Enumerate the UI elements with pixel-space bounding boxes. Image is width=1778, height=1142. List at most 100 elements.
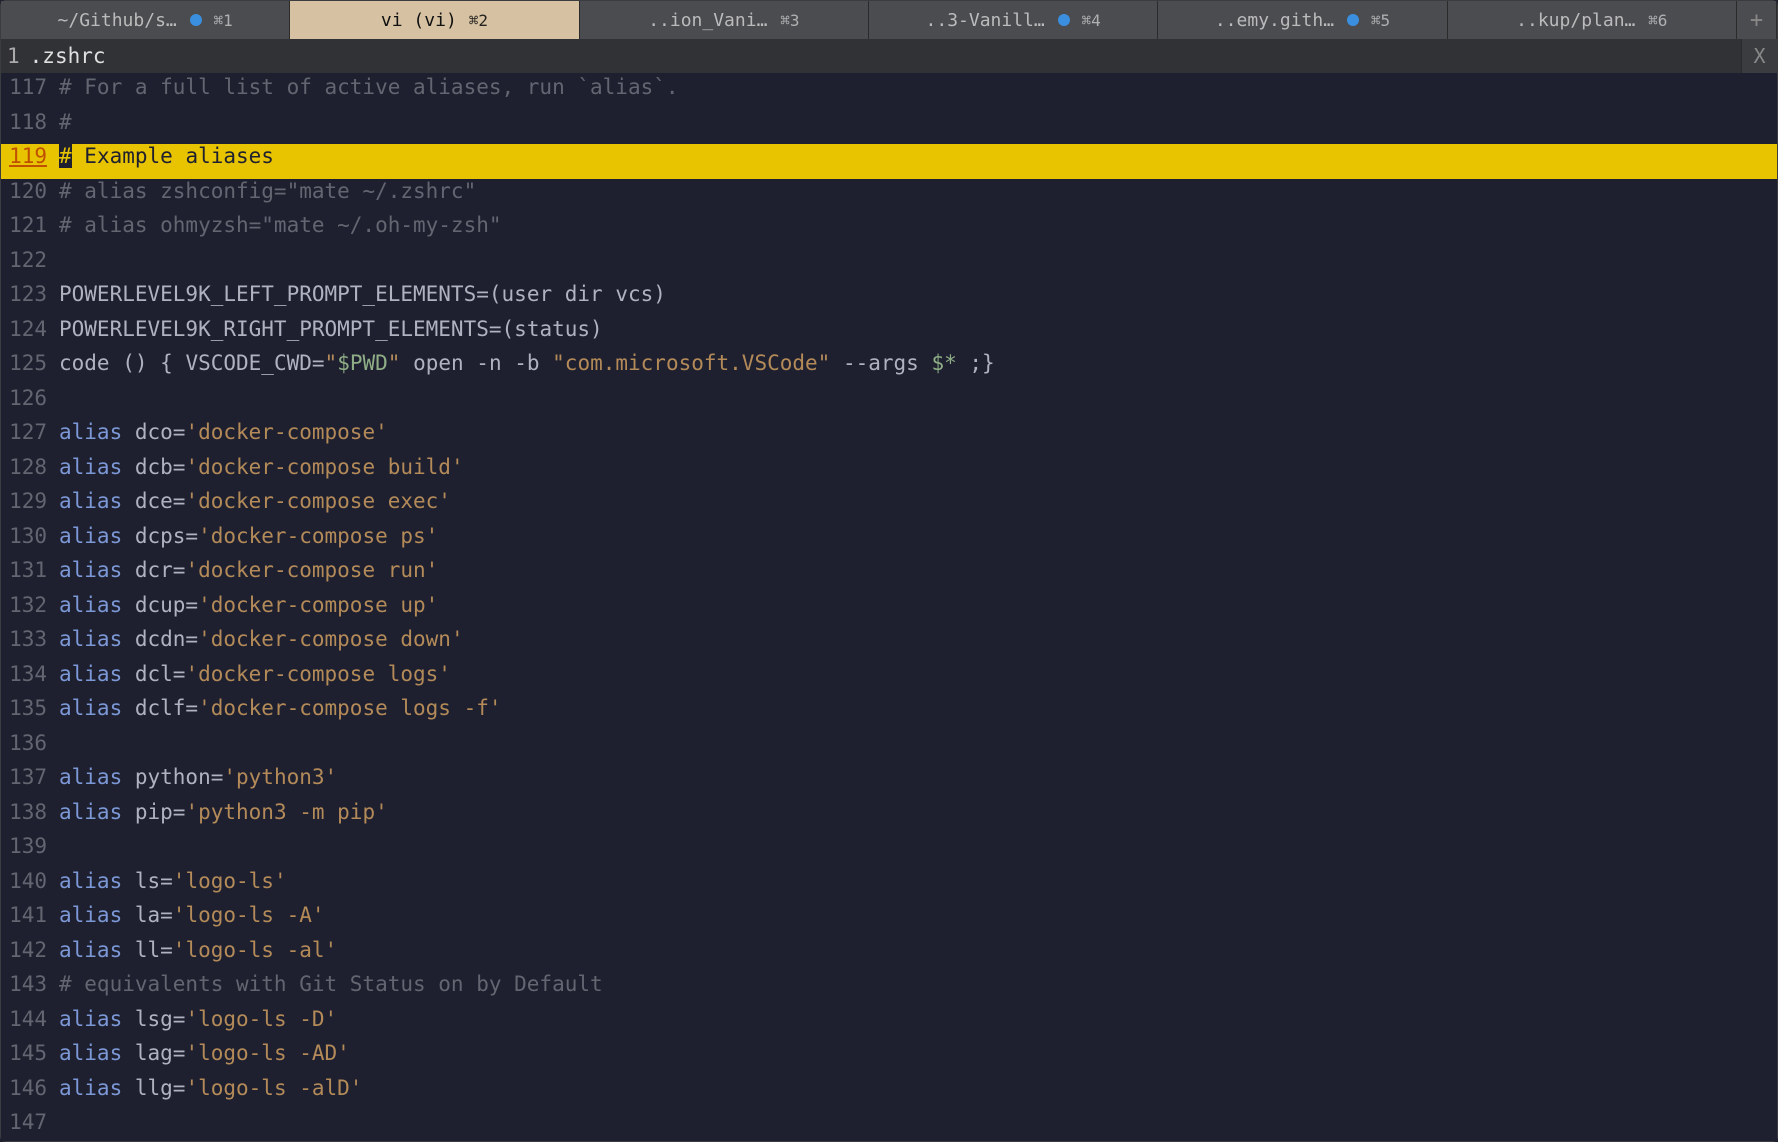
tab-shortcut: ⌘3 [780,11,799,30]
token: 'docker-compose logs -f' [198,696,501,720]
line-number: 140 [1,869,59,893]
token: llg= [122,1076,185,1100]
token: $* [931,351,956,375]
line-number: 127 [1,420,59,444]
line-number: 144 [1,1007,59,1031]
token: # alias zshconfig="mate ~/.zshrc" [59,179,476,203]
line-content: # alias ohmyzsh="mate ~/.oh-my-zsh" [59,213,1777,237]
token: 'python3' [223,765,337,789]
tab-4[interactable]: ..3-VanillaJ... ⌘4 [869,1,1158,39]
token: 'docker-compose up' [198,593,438,617]
token: alias [59,1007,122,1031]
line-number: 124 [1,317,59,341]
tab-label: ..kup/planet-fe... [1516,10,1636,31]
code-line: 122 [1,248,1777,283]
code-line: 120# alias zshconfig="mate ~/.zshrc" [1,179,1777,214]
line-number: 143 [1,972,59,996]
line-number: 123 [1,282,59,306]
token: alias [59,489,122,513]
token: dcup= [122,593,198,617]
token: 'docker-compose run' [185,558,438,582]
token: # alias ohmyzsh="mate ~/.oh-my-zsh" [59,213,502,237]
token: pip= [122,800,185,824]
token: alias [59,558,122,582]
code-line: 129alias dce='docker-compose exec' [1,489,1777,524]
tab-3[interactable]: ..ion_VanillaJS... ⌘3 [580,1,869,39]
token: 'logo-ls -al' [173,938,337,962]
tab-1[interactable]: ~/Github/sg...⌘1 [1,1,290,39]
line-content: alias ll='logo-ls -al' [59,938,1777,962]
token: { [148,351,186,375]
token: dclf= [122,696,198,720]
buffer-close-button[interactable]: X [1741,39,1777,73]
code-line: 130alias dcps='docker-compose ps' [1,524,1777,559]
line-number: 120 [1,179,59,203]
token: alias [59,938,122,962]
token: dcdn= [122,627,198,651]
tab-bar: ~/Github/sg...⌘1vi (vi)⌘2..ion_VanillaJS… [1,1,1777,39]
token: # [59,110,72,134]
token: POWERLEVEL9K_LEFT_PROMPT_ELEMENTS [59,282,476,306]
token: alias [59,800,122,824]
token: VSCODE_CWD [185,351,311,375]
line-content: # alias zshconfig="mate ~/.zshrc" [59,179,1777,203]
token: ;} [957,351,995,375]
line-number: 147 [1,1110,59,1134]
code-line: 140alias ls='logo-ls' [1,869,1777,904]
token: " [325,351,338,375]
line-number: 122 [1,248,59,272]
tab-6[interactable]: ..kup/planet-fe... ⌘6 [1448,1,1737,39]
line-number: 117 [1,75,59,99]
line-content: alias ls='logo-ls' [59,869,1777,893]
token: "com.microsoft.VSCode" [552,351,830,375]
tab-shortcut: ⌘5 [1371,11,1390,30]
token: ls= [122,869,173,893]
code-line: 126 [1,386,1777,421]
tab-2[interactable]: vi (vi)⌘2 [290,1,579,39]
code-line: 133alias dcdn='docker-compose down' [1,627,1777,662]
token: 'logo-ls -A' [173,903,325,927]
line-number: 137 [1,765,59,789]
tab-shortcut: ⌘4 [1082,11,1101,30]
token: lag= [122,1041,185,1065]
line-content: POWERLEVEL9K_RIGHT_PROMPT_ELEMENTS=(stat… [59,317,1777,341]
tab-label: vi (vi) [381,10,457,31]
editor-viewport[interactable]: 117# For a full list of active aliases, … [1,73,1777,1141]
token: 'logo-ls -alD' [185,1076,362,1100]
token: alias [59,765,122,789]
tab-5[interactable]: ..emy.githu... ⌘5 [1158,1,1447,39]
line-number: 135 [1,696,59,720]
token: " [388,351,401,375]
line-content: alias la='logo-ls -A' [59,903,1777,927]
code-line: 147 [1,1110,1777,1141]
token: alias [59,593,122,617]
line-content: # For a full list of active aliases, run… [59,75,1777,99]
line-content: alias lag='logo-ls -AD' [59,1041,1777,1065]
new-tab-button[interactable]: + [1737,1,1777,39]
token: 'logo-ls -AD' [185,1041,349,1065]
token: alias [59,662,122,686]
tab-label: ..ion_VanillaJS... [648,10,768,31]
tab-shortcut: ⌘6 [1648,11,1667,30]
line-content: alias dce='docker-compose exec' [59,489,1777,513]
token: dce= [122,489,185,513]
terminal-window: ~/Github/sg...⌘1vi (vi)⌘2..ion_VanillaJS… [0,0,1778,1142]
code-line: 144alias lsg='logo-ls -D' [1,1007,1777,1042]
token: 'logo-ls -D' [185,1007,337,1031]
code-line: 134alias dcl='docker-compose logs' [1,662,1777,697]
token: # equivalents with Git Status on by Defa… [59,972,603,996]
token: alias [59,524,122,548]
token: -n -b [476,351,552,375]
token: code [59,351,122,375]
token: alias [59,627,122,651]
code-line: 138alias pip='python3 -m pip' [1,800,1777,835]
tab-label: ..3-VanillaJ... [926,10,1046,31]
token: alias [59,1041,122,1065]
line-content: # [59,110,1777,134]
code-line: 137alias python='python3' [1,765,1777,800]
line-content: alias python='python3' [59,765,1777,789]
code-line: 143# equivalents with Git Status on by D… [1,972,1777,1007]
line-number: 129 [1,489,59,513]
tab-label: ..emy.githu... [1215,10,1335,31]
code-line: 128alias dcb='docker-compose build' [1,455,1777,490]
